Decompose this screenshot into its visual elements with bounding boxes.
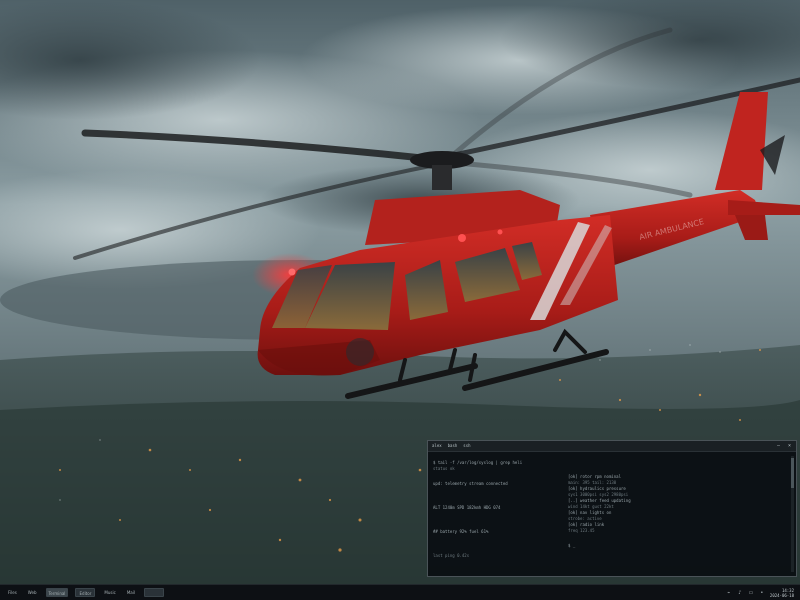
taskbar-item-web[interactable]: Web bbox=[26, 588, 39, 597]
network-icon[interactable]: ⌁ bbox=[726, 590, 732, 596]
clock-date: 2024-06-18 bbox=[769, 592, 794, 598]
taskbar-item-mail[interactable]: Mail bbox=[125, 588, 137, 597]
terminal-tab[interactable]: bash bbox=[448, 443, 458, 449]
terminal-window[interactable]: alex bash ssh – × $ tail -f /var/log/sys… bbox=[427, 440, 797, 577]
taskbar: Files Web Terminal Editor Music Mail ⌁ ♪… bbox=[0, 584, 800, 600]
terminal-output[interactable]: $ tail -f /var/log/syslog | grep heli st… bbox=[428, 452, 796, 576]
system-tray: ⌁ ♪ ▭ • 14:32 2024-06-18 bbox=[726, 588, 800, 598]
scrollbar-thumb[interactable] bbox=[791, 458, 794, 488]
minimize-icon[interactable]: – bbox=[776, 443, 781, 449]
taskbar-item-files[interactable]: Files bbox=[6, 588, 19, 597]
volume-icon[interactable]: ♪ bbox=[737, 590, 743, 596]
battery-icon[interactable]: ▭ bbox=[748, 590, 754, 596]
clock[interactable]: 14:32 2024-06-18 bbox=[770, 588, 794, 598]
terminal-scrollbar[interactable] bbox=[791, 456, 794, 572]
close-icon[interactable]: × bbox=[787, 443, 792, 449]
terminal-tab[interactable]: alex bbox=[432, 443, 442, 449]
taskbar-launchers: Files Web Terminal Editor Music Mail bbox=[0, 588, 164, 597]
taskbar-item-terminal[interactable]: Terminal bbox=[45, 588, 69, 597]
terminal-prompt[interactable]: $ _ bbox=[568, 543, 788, 549]
terminal-titlebar[interactable]: alex bash ssh – × bbox=[428, 441, 796, 452]
bell-icon[interactable]: • bbox=[759, 590, 765, 596]
taskbar-item-music[interactable]: Music bbox=[102, 588, 117, 597]
terminal-right-column: [ok] rotor rpm nominal main: 395 tail: 2… bbox=[568, 474, 788, 549]
taskbar-item-editor[interactable]: Editor bbox=[75, 588, 96, 597]
terminal-tab[interactable]: ssh bbox=[463, 443, 470, 449]
terminal-left-column: $ tail -f /var/log/syslog | grep heli st… bbox=[433, 460, 563, 559]
terminal-line: last ping 0.42s bbox=[433, 553, 470, 558]
taskbar-item-blank[interactable] bbox=[143, 588, 164, 597]
